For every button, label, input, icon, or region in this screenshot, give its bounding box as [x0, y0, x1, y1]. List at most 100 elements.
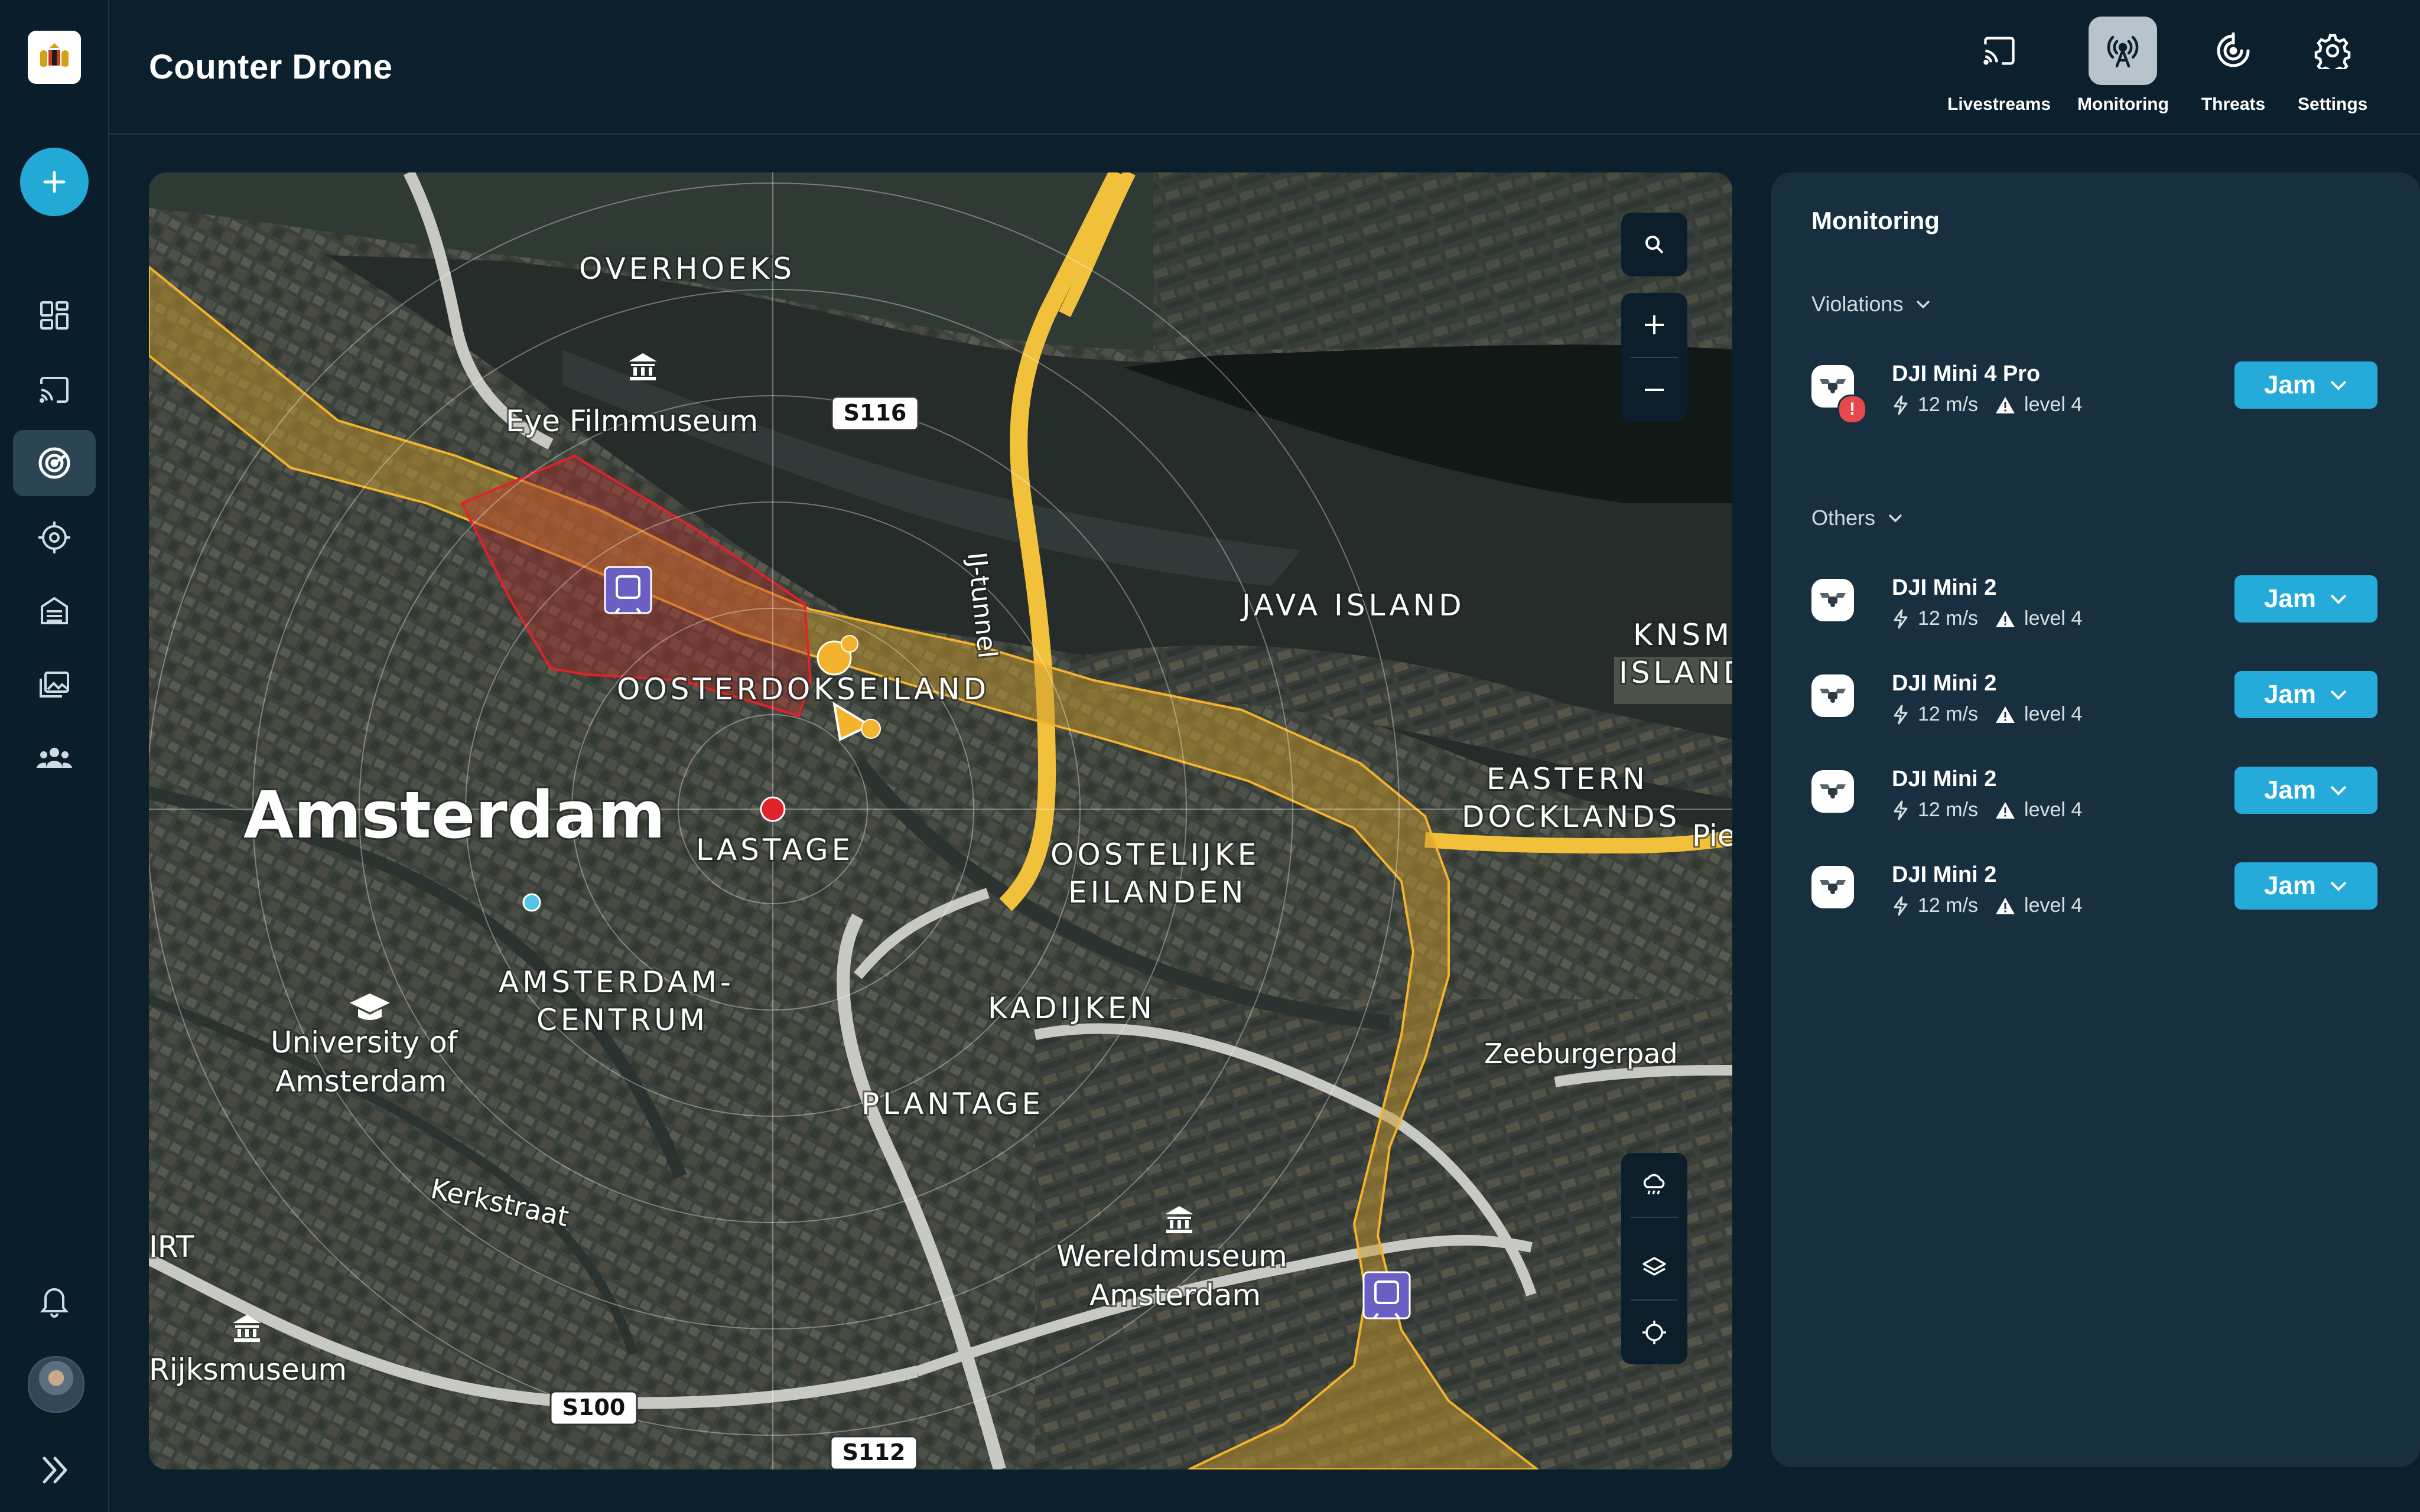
warning-icon [1996, 396, 2015, 413]
expand-sidebar-button[interactable] [13, 1438, 96, 1503]
list-item[interactable]: DJI Mini 2 12 m/s level 4 Jam [1811, 663, 2390, 728]
map-label: IRT [149, 1230, 194, 1264]
locate-button[interactable] [1621, 1301, 1687, 1364]
sensor-marker[interactable] [760, 796, 786, 822]
map-search-button[interactable] [1621, 213, 1687, 276]
map-label: OOSTERDOKSEILAND [617, 672, 990, 706]
drone-thumbnail [1811, 579, 1854, 621]
map-label: ISLAND [1619, 656, 1732, 690]
zoom-out-button[interactable] [1621, 358, 1687, 422]
tab-livestreams[interactable]: Livestreams [1947, 17, 2051, 115]
list-item[interactable]: DJI Mini 2 12 m/s level 4 Jam [1811, 854, 2390, 919]
threat-level: level 4 [2024, 799, 2083, 821]
road-shield: S112 [830, 1435, 918, 1469]
threat-level: level 4 [2024, 607, 2083, 630]
road-shield: S100 [549, 1390, 638, 1426]
jam-button[interactable]: Jam [2234, 361, 2377, 409]
drone-thumbnail [1811, 674, 1854, 717]
zoom-in-button[interactable] [1621, 293, 1687, 357]
map-canvas: S116 S100 S112 OVERHOEKS Eye Filmmuseum … [149, 172, 1732, 1469]
jam-button[interactable]: Jam [2234, 671, 2377, 718]
others-toggle[interactable]: Others [1811, 506, 1904, 530]
locate-icon [1642, 1321, 1666, 1344]
sidebar-item-monitoring[interactable] [13, 430, 96, 496]
jam-button[interactable]: Jam [2234, 575, 2377, 623]
map-label: KNSM [1633, 618, 1732, 652]
map-label: EASTERN [1487, 762, 1648, 796]
drone-thumbnail [1811, 866, 1854, 908]
tab-label: Monitoring [2077, 94, 2169, 114]
drone-meta: 12 m/s level 4 [1892, 799, 2082, 822]
avatar[interactable] [28, 1356, 84, 1413]
road-shield: S116 [831, 396, 919, 431]
train-station-icon [1362, 1271, 1411, 1319]
jam-label: Jam [2263, 370, 2317, 399]
map-label-city: Amsterdam [243, 777, 665, 853]
map-label: OVERHOEKS [579, 252, 795, 286]
threat-level: level 4 [2024, 703, 2083, 725]
map-label: KADIJKEN [988, 991, 1156, 1025]
sidebar-item-livestreams[interactable] [13, 357, 96, 423]
violations-toggle[interactable]: Violations [1811, 292, 1931, 317]
drone-speed: 12 m/s [1918, 799, 1979, 821]
bolt-icon [1894, 705, 1908, 724]
logo [28, 31, 81, 84]
sidebar-item-dashboard[interactable] [13, 282, 96, 348]
layers-control [1621, 1236, 1687, 1364]
chevron-down-icon [2330, 881, 2347, 891]
tab-threats[interactable]: Threats [2199, 17, 2268, 115]
drone-speed: 12 m/s [1918, 703, 1979, 725]
sidebar-item-team[interactable] [13, 725, 96, 791]
chevron-down-icon [2330, 786, 2347, 796]
map-label: Amsterdam [275, 1064, 447, 1099]
section-label: Others [1811, 506, 1876, 530]
map-label: University of [271, 1025, 458, 1060]
add-button[interactable] [20, 148, 89, 216]
sidebar-item-threats[interactable] [13, 504, 96, 571]
road-shield-label: S116 [844, 400, 907, 426]
warning-icon [1996, 706, 2015, 723]
section-label: Violations [1811, 292, 1904, 316]
tab-label: Threats [2201, 94, 2266, 114]
list-item[interactable]: ! DJI Mini 4 Pro 12 m/s level 4 Jam [1811, 353, 2390, 424]
map-label: Rijksmuseum [149, 1353, 347, 1387]
jam-button[interactable]: Jam [2234, 767, 2377, 814]
tab-monitoring[interactable]: Monitoring [2077, 17, 2169, 115]
sidebar-item-sites[interactable] [13, 578, 96, 644]
jam-button[interactable]: Jam [2234, 862, 2377, 910]
crest-icon [40, 43, 69, 67]
sidebar-item-gallery[interactable] [13, 652, 96, 718]
drone-name: DJI Mini 2 [1892, 575, 1997, 600]
layers-icon [1642, 1257, 1666, 1276]
list-item[interactable]: DJI Mini 2 12 m/s level 4 Jam [1811, 758, 2390, 823]
page-title: Counter Drone [149, 48, 393, 86]
drone-speed: 12 m/s [1918, 393, 1979, 416]
list-item[interactable]: DJI Mini 2 12 m/s level 4 Jam [1811, 567, 2390, 632]
map-view[interactable]: S116 S100 S112 OVERHOEKS Eye Filmmuseum … [149, 172, 1732, 1469]
poi-marker[interactable] [522, 893, 541, 912]
plus-icon [43, 171, 66, 193]
gallery-icon [40, 672, 69, 698]
bolt-icon [1894, 609, 1908, 628]
chevron-down-icon [2330, 594, 2347, 604]
header: Counter Drone Livestreams Monitoring Thr… [109, 0, 2420, 135]
drone-meta: 12 m/s level 4 [1892, 894, 2082, 917]
sidebar [0, 0, 109, 1512]
map-label: Wereldmuseum [1056, 1239, 1287, 1273]
weather-button[interactable] [1621, 1153, 1687, 1217]
bolt-icon [1894, 395, 1908, 415]
chevron-down-icon [2330, 380, 2347, 390]
crosshair-icon [38, 522, 70, 553]
layers-button[interactable] [1621, 1236, 1687, 1299]
drone-meta: 12 m/s level 4 [1892, 607, 2082, 630]
map-label: Zeeburgerpad [1484, 1038, 1678, 1070]
map-label: EILANDEN [1068, 875, 1247, 910]
drone-name: DJI Mini 2 [1892, 671, 1997, 696]
drone-icon [1820, 689, 1846, 703]
road-shield-label: S100 [562, 1394, 626, 1420]
monitoring-panel: Monitoring Violations ! DJI Mini 4 Pro 1… [1771, 172, 2420, 1467]
tab-settings[interactable]: Settings [2298, 17, 2367, 115]
notifications-button[interactable] [13, 1269, 96, 1334]
gear-icon [2314, 34, 2351, 69]
road-shield-label: S112 [843, 1439, 906, 1465]
